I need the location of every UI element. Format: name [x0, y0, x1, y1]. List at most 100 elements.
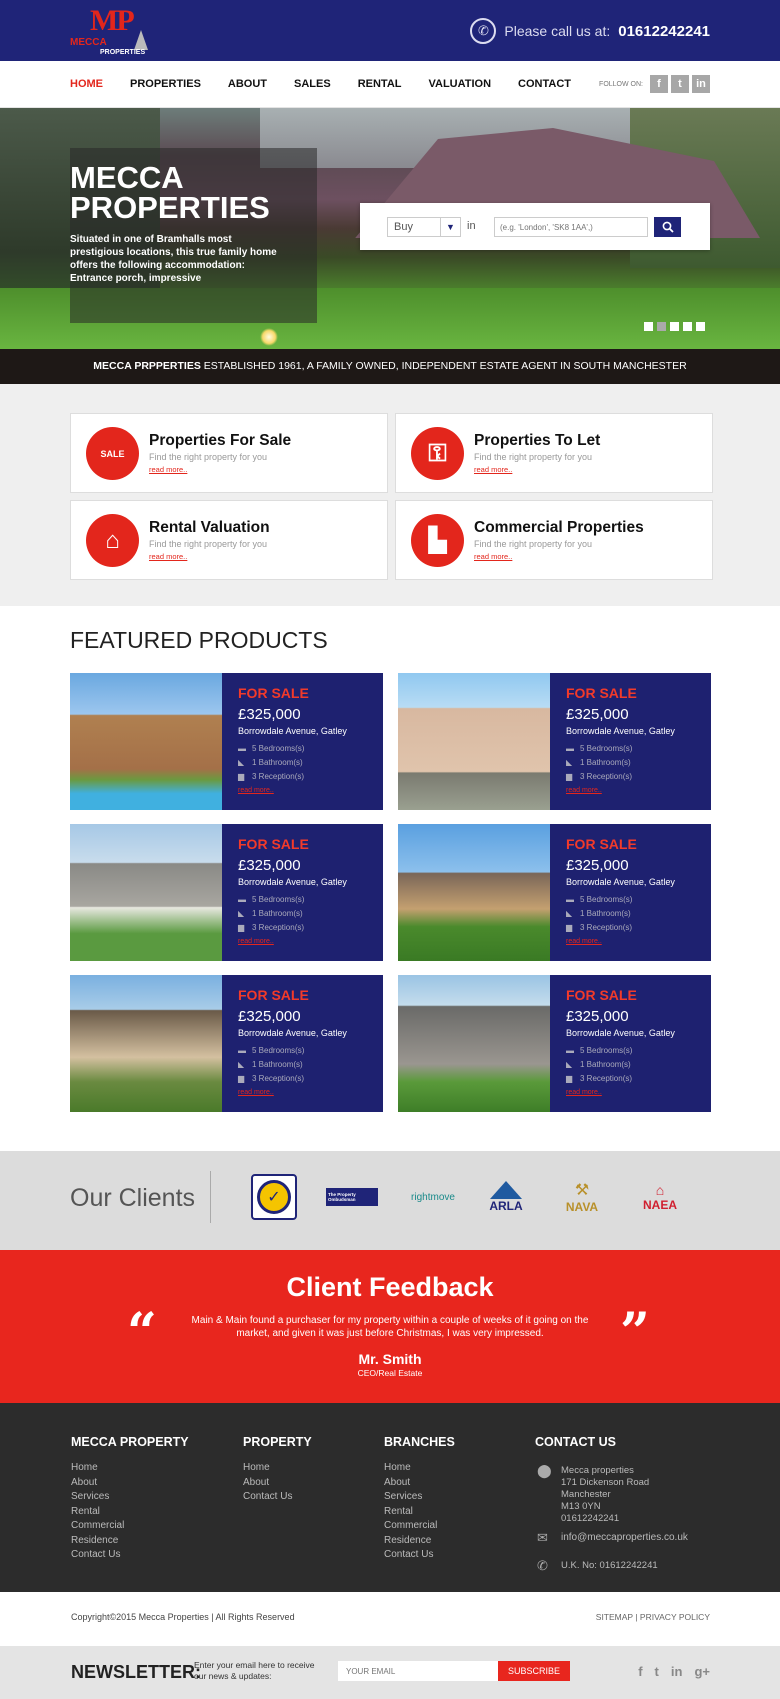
footer-link[interactable]: About — [384, 1476, 455, 1491]
footer-link[interactable]: Rental — [384, 1505, 455, 1520]
bathrooms: ◣ 1 Bathroom(s) — [566, 758, 631, 767]
google-plus-icon[interactable]: g+ — [694, 1664, 710, 1679]
property-info: FOR SALE £325,000 Borrowdale Avenue, Gatle… — [550, 975, 711, 1112]
read-more-link[interactable]: read more.. — [238, 787, 274, 794]
read-more-link[interactable]: read more.. — [566, 938, 602, 945]
service-card[interactable]: ⌂ Rental Valuation Find the right property… — [70, 500, 388, 580]
read-more-link[interactable]: read more.. — [149, 552, 187, 561]
services-section: SALE Properties For Sale Find the right pr… — [0, 384, 780, 606]
client-logo-arla[interactable]: ARLA — [482, 1171, 530, 1223]
footer-link[interactable]: Services — [384, 1490, 455, 1505]
property-photo[interactable] — [398, 975, 550, 1112]
newsletter-bar: NEWSLETTER: Enter your email here to rec… — [0, 1646, 780, 1699]
property-card[interactable]: FOR SALE £325,000 Borrowdale Avenue, Gatle… — [398, 673, 711, 810]
shower-icon: ◣ — [238, 758, 245, 767]
slide-dot[interactable] — [644, 322, 653, 331]
footer-link[interactable]: About — [243, 1476, 312, 1491]
service-card[interactable]: SALE Properties For Sale Find the right pr… — [70, 413, 388, 493]
brand-logo[interactable]: MP MECCA PROPERTIES — [70, 4, 154, 58]
service-subtitle: Find the right property for you — [474, 539, 593, 549]
header-phone[interactable]: 01612242241 — [618, 23, 710, 40]
nav-home[interactable]: HOME — [70, 78, 103, 90]
client-logo-nava[interactable]: ⚒ NAVA — [558, 1171, 606, 1223]
linkedin-icon[interactable]: in — [692, 75, 710, 93]
privacy-link[interactable]: PRIVACY POLICY — [640, 1612, 710, 1622]
property-card[interactable]: FOR SALE £325,000 Borrowdale Avenue, Gatle… — [70, 824, 383, 961]
property-card[interactable]: FOR SALE £325,000 Borrowdale Avenue, Gatle… — [70, 975, 383, 1112]
property-photo[interactable] — [70, 824, 222, 961]
footer-link[interactable]: Contact Us — [71, 1548, 189, 1563]
facebook-icon[interactable]: f — [638, 1664, 642, 1679]
client-logo-approved[interactable]: ✓ — [250, 1171, 298, 1223]
tree-icon — [134, 30, 148, 50]
read-more-link[interactable]: read more.. — [566, 1089, 602, 1096]
property-photo[interactable] — [398, 673, 550, 810]
service-card[interactable]: ▙ Commercial Properties Find the right pro… — [395, 500, 713, 580]
buy-rent-select[interactable]: Buy ▼ — [387, 217, 461, 237]
twitter-icon[interactable]: t — [655, 1664, 659, 1679]
client-logo-ombudsman[interactable]: The Property Ombudsman — [326, 1171, 378, 1223]
sofa-icon: ▆ — [566, 1074, 573, 1083]
property-card[interactable]: FOR SALE £325,000 Borrowdale Avenue, Gatle… — [398, 975, 711, 1112]
footer-link[interactable]: Commercial — [71, 1519, 189, 1534]
footer-link[interactable]: Contact Us — [384, 1548, 455, 1563]
property-search: Buy ▼ in — [360, 203, 710, 250]
subscribe-button[interactable]: SUBSCRIBE — [498, 1661, 570, 1681]
bathrooms: ◣ 1 Bathroom(s) — [566, 1060, 631, 1069]
newsletter-email-input[interactable] — [338, 1661, 498, 1681]
property-card[interactable]: FOR SALE £325,000 Borrowdale Avenue, Gatle… — [70, 673, 383, 810]
footer-heading: PROPERTY — [243, 1435, 312, 1449]
client-logo-rightmove[interactable]: rightmove — [405, 1171, 461, 1223]
footer-link[interactable]: Commercial — [384, 1519, 455, 1534]
footer-email[interactable]: ✉ info@meccaproperties.co.uk — [537, 1531, 688, 1544]
receptions: ▆ 3 Reception(s) — [238, 923, 305, 932]
nav-properties[interactable]: PROPERTIES — [130, 78, 201, 90]
read-more-link[interactable]: read more.. — [566, 787, 602, 794]
footer-link[interactable]: Residence — [71, 1534, 189, 1549]
nav-valuation[interactable]: VALUATION — [429, 78, 492, 90]
nav-contact[interactable]: CONTACT — [518, 78, 571, 90]
property-photo[interactable] — [70, 673, 222, 810]
bed-icon: ▬ — [566, 744, 574, 753]
footer-link[interactable]: Home — [243, 1461, 312, 1476]
status-label: FOR SALE — [566, 685, 637, 701]
slide-dot[interactable] — [670, 322, 679, 331]
nav-sales[interactable]: SALES — [294, 78, 331, 90]
status-label: FOR SALE — [238, 685, 309, 701]
nav-about[interactable]: ABOUT — [228, 78, 267, 90]
search-button[interactable] — [654, 217, 681, 237]
sitemap-link[interactable]: SITEMAP — [596, 1612, 633, 1622]
read-more-link[interactable]: read more.. — [238, 1089, 274, 1096]
linkedin-icon[interactable]: in — [671, 1664, 683, 1679]
footer-link[interactable]: Home — [71, 1461, 189, 1476]
twitter-icon[interactable]: t — [671, 75, 689, 93]
bedrooms: ▬ 5 Bedrooms(s) — [566, 895, 633, 904]
bedrooms: ▬ 5 Bedrooms(s) — [238, 895, 305, 904]
read-more-link[interactable]: read more.. — [474, 465, 512, 474]
property-price: £325,000 — [566, 857, 629, 874]
client-logo-naea[interactable]: ⌂ NAEA — [635, 1171, 685, 1223]
slide-dot[interactable] — [657, 322, 666, 331]
property-photo[interactable] — [70, 975, 222, 1112]
read-more-link[interactable]: read more.. — [149, 465, 187, 474]
footer-link[interactable]: Rental — [71, 1505, 189, 1520]
slide-dot[interactable] — [696, 322, 705, 331]
footer-link[interactable]: About — [71, 1476, 189, 1491]
property-card[interactable]: FOR SALE £325,000 Borrowdale Avenue, Gatle… — [398, 824, 711, 961]
sofa-icon: ▆ — [238, 923, 245, 932]
property-photo[interactable] — [398, 824, 550, 961]
read-more-link[interactable]: read more.. — [474, 552, 512, 561]
hero-lamp — [260, 328, 278, 346]
slide-dot[interactable] — [683, 322, 692, 331]
facebook-icon[interactable]: f — [650, 75, 668, 93]
footer-link[interactable]: Services — [71, 1490, 189, 1505]
property-address: Borrowdale Avenue, Gatley — [566, 877, 675, 887]
footer-link[interactable]: Contact Us — [243, 1490, 312, 1505]
location-input[interactable] — [494, 217, 648, 237]
service-card[interactable]: ⚿ Properties To Let Find the right propert… — [395, 413, 713, 493]
link-separator: | — [635, 1612, 638, 1622]
footer-link[interactable]: Residence — [384, 1534, 455, 1549]
nav-rental[interactable]: RENTAL — [358, 78, 402, 90]
read-more-link[interactable]: read more.. — [238, 938, 274, 945]
footer-link[interactable]: Home — [384, 1461, 455, 1476]
